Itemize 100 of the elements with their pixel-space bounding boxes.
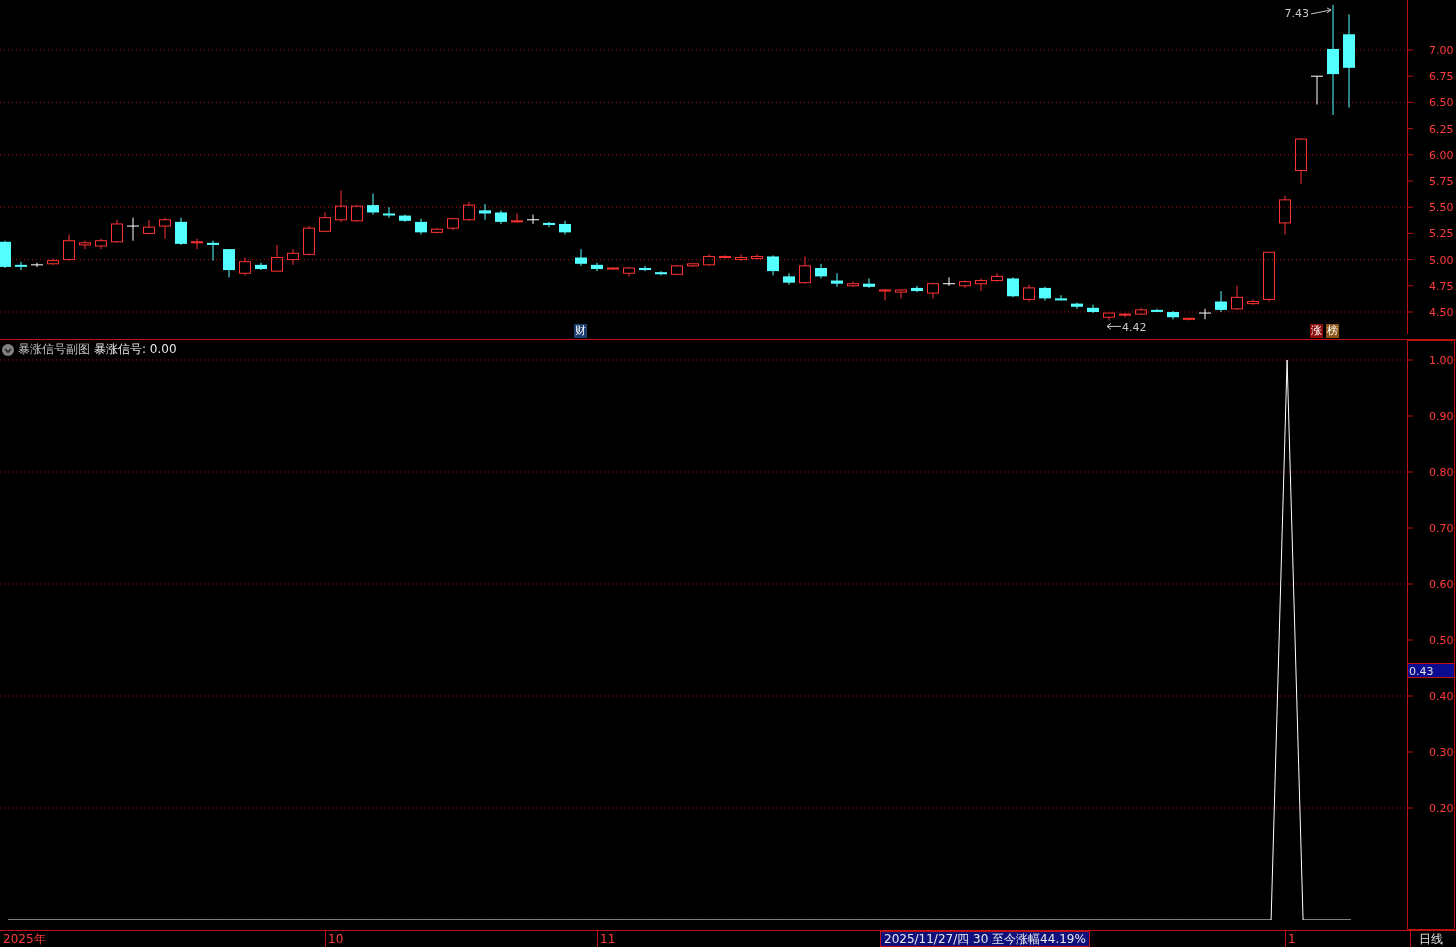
axis-label: 0.60	[1429, 578, 1454, 591]
candlestick	[975, 277, 987, 292]
candlestick	[431, 227, 443, 234]
candlestick	[1023, 284, 1035, 302]
price-annotation: 4.42	[1122, 321, 1147, 335]
arrow-icon	[1106, 322, 1122, 330]
candlestick	[63, 233, 75, 262]
candlestick	[111, 219, 123, 244]
candlestick	[1039, 286, 1051, 301]
candlestick	[1198, 308, 1212, 320]
axis-label: 1.00	[1429, 354, 1454, 367]
candlestick	[1263, 251, 1275, 302]
candlestick	[287, 248, 299, 266]
axis-label: 11	[597, 931, 616, 947]
candlestick	[383, 206, 395, 219]
axis-label: 5.00	[1429, 253, 1454, 267]
candlestick	[511, 213, 523, 224]
candlestick	[95, 238, 107, 250]
candlestick	[543, 221, 555, 228]
candlestick	[911, 285, 923, 293]
candlestick	[1231, 285, 1243, 311]
axis-label: 1	[1285, 931, 1296, 947]
candlestick	[175, 217, 187, 246]
axis-label: 6.50	[1429, 96, 1454, 110]
candlestick	[991, 272, 1003, 283]
candlestick	[239, 257, 251, 276]
candlestick	[479, 203, 491, 221]
event-badge[interactable]: 榜	[1326, 324, 1339, 338]
axis-label: 7.00	[1429, 44, 1454, 57]
candlestick	[223, 248, 235, 278]
axis-label: 5.75	[1429, 175, 1454, 188]
axis-label: 5.25	[1429, 227, 1454, 241]
candlestick	[126, 217, 140, 242]
axis-label: 10	[325, 931, 344, 947]
candlestick	[271, 244, 283, 273]
candlestick	[735, 253, 747, 262]
candlestick	[1007, 276, 1019, 298]
candlestick	[303, 225, 315, 256]
candlestick	[607, 267, 619, 271]
candlestick	[526, 214, 540, 225]
axis-label: 0.70	[1429, 522, 1454, 535]
indicator-title: 暴涨信号副图	[18, 341, 90, 358]
axis-label: 0.90	[1429, 410, 1454, 423]
candlestick	[1215, 290, 1227, 313]
candlestick	[319, 211, 331, 233]
candlestick	[143, 219, 155, 235]
event-badge[interactable]: 涨	[1310, 324, 1323, 338]
candlestick	[191, 238, 203, 250]
candlestick	[687, 263, 699, 268]
period-label[interactable]: 日线	[1410, 931, 1456, 947]
axis-label: 0.40	[1429, 690, 1454, 703]
candlestick	[895, 288, 907, 299]
candlestick	[1087, 304, 1099, 314]
candlestick	[47, 258, 59, 266]
price-annotation: 7.43	[1284, 6, 1309, 20]
candlestick	[559, 220, 571, 235]
candlestick	[591, 262, 603, 272]
candlestick	[815, 263, 827, 279]
candlestick	[767, 254, 779, 276]
candlestick	[1279, 195, 1291, 235]
candlestick	[1055, 294, 1067, 301]
candlestick	[1103, 312, 1115, 321]
axis-label: 0.80	[1429, 466, 1454, 479]
candlestick	[30, 262, 44, 268]
candlestick	[207, 240, 219, 262]
candlestick	[1151, 308, 1163, 313]
chevron-down-icon[interactable]	[2, 343, 14, 356]
candlestick	[399, 214, 411, 223]
candlestick	[447, 217, 459, 231]
candlestick	[879, 288, 891, 301]
candlestick	[0, 240, 11, 269]
candlestick	[703, 253, 715, 267]
candlestick	[415, 218, 427, 235]
candlestick	[159, 217, 171, 240]
candlestick	[351, 204, 363, 223]
axis-label: 4.50	[1429, 306, 1454, 319]
axis-label: 6.25	[1429, 122, 1454, 136]
candlestick	[1310, 75, 1324, 105]
candlestick	[959, 280, 971, 289]
candlestick	[1071, 302, 1083, 310]
candlestick	[1295, 137, 1307, 185]
candlestick	[575, 248, 587, 267]
candlestick	[751, 253, 763, 261]
axis-label: 0.50	[1429, 634, 1454, 647]
candlestick	[783, 272, 795, 286]
event-badge[interactable]: 财	[574, 324, 587, 338]
indicator-value: 暴涨信号: 0.00	[94, 341, 177, 358]
candlestick	[1247, 298, 1259, 306]
cursor-value: 0.43	[1408, 663, 1454, 678]
candlestick	[1167, 310, 1179, 320]
candlestick	[1135, 307, 1147, 316]
candlestick	[863, 277, 875, 289]
candlestick	[927, 282, 939, 299]
axis-label: 5.50	[1429, 201, 1454, 215]
axis-label: 4.75	[1429, 279, 1454, 293]
candlestick	[639, 265, 651, 272]
candlestick	[495, 209, 507, 225]
candlestick	[79, 240, 91, 250]
candlestick	[15, 261, 27, 271]
axis-label: 2025年	[2, 931, 46, 947]
